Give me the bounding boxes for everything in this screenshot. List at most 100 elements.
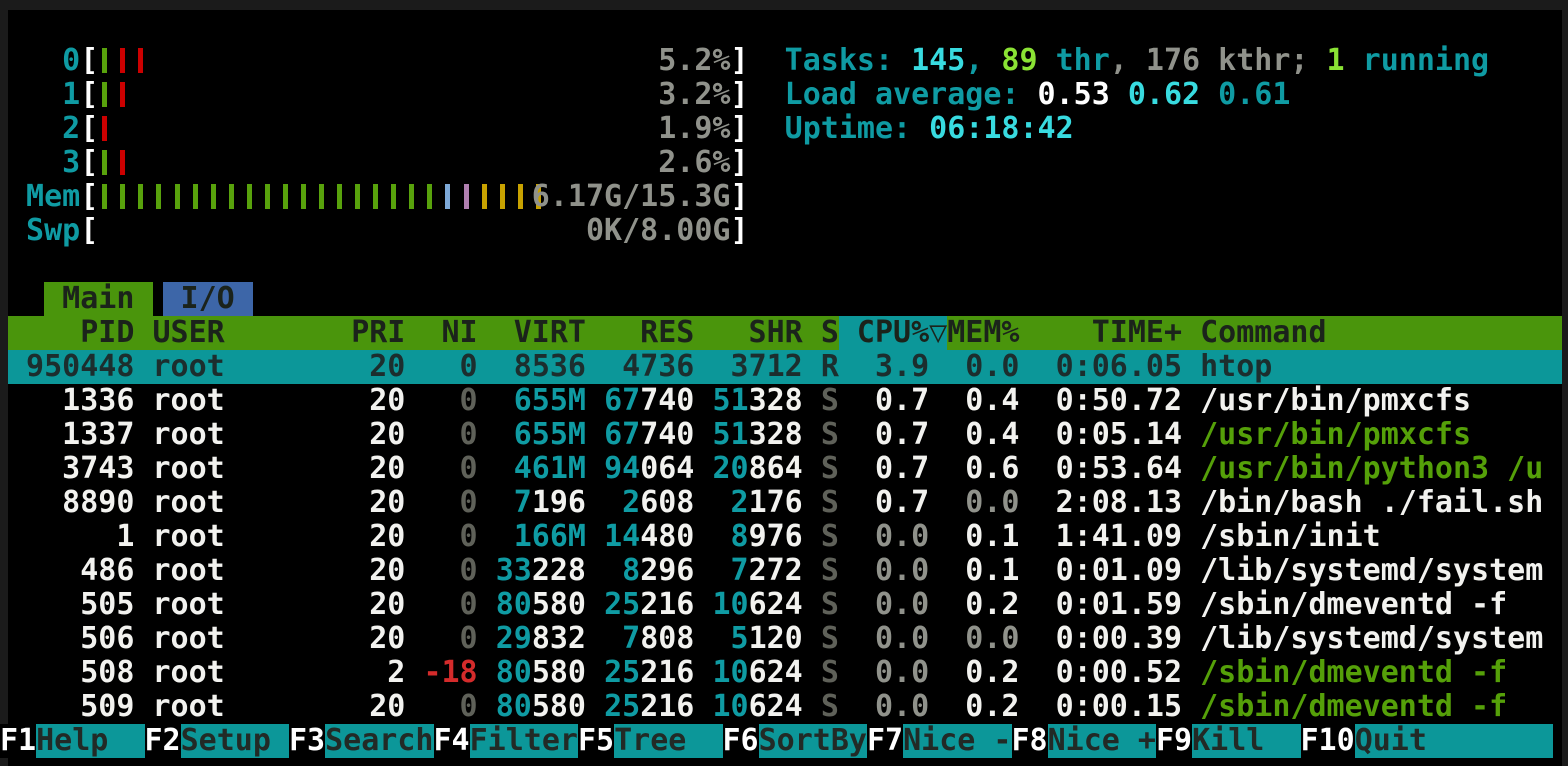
process-row[interactable]: 1337 root 20 0 655M 67740 51328 S 0.7 0.… bbox=[8, 418, 1562, 452]
column-header-mem[interactable]: MEM% bbox=[947, 316, 1019, 350]
cell-shr-digits: 272 bbox=[749, 554, 803, 588]
meter-open-bracket: [ bbox=[80, 78, 98, 112]
column-header-ni[interactable]: NI bbox=[423, 316, 477, 350]
cpu2-meter-bar: 1.9% bbox=[98, 112, 730, 146]
cell-res-digits: 4 bbox=[622, 350, 640, 384]
process-row[interactable]: 950448 root 20 0 8536 4736 3712 R 3.9 0.… bbox=[8, 350, 1562, 384]
process-row[interactable]: 486 root 20 0 33228 8296 7272 S 0.0 0.1 … bbox=[8, 554, 1562, 588]
tasks-summary-segment: 1 bbox=[1327, 44, 1345, 78]
cell-virt-digits: 461M bbox=[514, 452, 586, 486]
cell-time: 1:41.09 bbox=[1038, 520, 1183, 554]
gap bbox=[839, 656, 857, 690]
mem-meter-tick-green bbox=[247, 184, 252, 209]
cell-cpu-percent: 0.0 bbox=[857, 622, 929, 656]
fkey-f1-help[interactable]: F1Help bbox=[0, 724, 145, 758]
cpu1-meter-tick-green bbox=[102, 82, 107, 107]
mem-meter-row: Mem[6.17G/15.3G] bbox=[8, 180, 1562, 214]
process-row[interactable]: 508 root 2 -18 80580 25216 10624 S 0.0 0… bbox=[8, 656, 1562, 690]
fkey-f5-tree[interactable]: F5Tree bbox=[578, 724, 723, 758]
cell-time: 0:00.39 bbox=[1038, 622, 1183, 656]
cpu1-meter-value: 3.2% bbox=[658, 78, 730, 112]
cell-virt: 8536 bbox=[496, 350, 586, 384]
fkey-action-label: Kill bbox=[1192, 724, 1300, 758]
cell-cpu-percent: 0.7 bbox=[857, 384, 929, 418]
column-header-command[interactable]: Command bbox=[1200, 316, 1326, 350]
gap bbox=[929, 350, 947, 384]
gap bbox=[134, 486, 152, 520]
column-header-s[interactable]: S bbox=[821, 316, 839, 350]
mem-meter-tick-green bbox=[409, 184, 414, 209]
fkey-f8-nice[interactable]: F8Nice + bbox=[1012, 724, 1157, 758]
fkey-f7-nice[interactable]: F7Nice - bbox=[867, 724, 1012, 758]
column-header-user[interactable]: USER bbox=[153, 316, 334, 350]
cpu2-meter-tick-red bbox=[102, 116, 107, 141]
gap bbox=[1020, 588, 1038, 622]
cell-res: 94064 bbox=[604, 452, 694, 486]
cell-shr-digits: 10 bbox=[712, 690, 748, 724]
cpu3-meter-tick-green bbox=[102, 150, 107, 175]
gap bbox=[1020, 350, 1038, 384]
gap bbox=[586, 588, 604, 622]
gap bbox=[586, 418, 604, 452]
gap bbox=[929, 554, 947, 588]
cpu1-meter-row: 1[3.2%]Load average: 0.53 0.62 0.61 bbox=[8, 78, 1562, 112]
tab-io[interactable]: I/O bbox=[163, 282, 253, 316]
meter-close-bracket: ] bbox=[730, 214, 748, 248]
fkey-f10-quit[interactable]: F10Quit bbox=[1301, 724, 1554, 758]
column-header-cpu-sorted[interactable]: CPU%▽ bbox=[839, 316, 947, 350]
column-header-pid[interactable]: PID bbox=[8, 316, 134, 350]
meter-open-bracket: [ bbox=[80, 180, 98, 214]
gap bbox=[803, 622, 821, 656]
column-header-virt[interactable]: VIRT bbox=[496, 316, 586, 350]
column-header-pri[interactable]: PRI bbox=[351, 316, 405, 350]
column-header-shr[interactable]: SHR bbox=[712, 316, 802, 350]
gap bbox=[478, 622, 496, 656]
cell-shr-digits: 8 bbox=[731, 520, 749, 554]
cell-pri: 20 bbox=[351, 554, 405, 588]
fkey-f9-kill[interactable]: F9Kill bbox=[1156, 724, 1301, 758]
cell-res-digits: 736 bbox=[640, 350, 694, 384]
cell-virt-digits: 580 bbox=[532, 690, 586, 724]
gap bbox=[929, 418, 947, 452]
cell-ni: 0 bbox=[423, 452, 477, 486]
cell-virt: 80580 bbox=[496, 690, 586, 724]
column-header-time[interactable]: TIME+ bbox=[1038, 316, 1183, 350]
cpu3-meter-label: 3 bbox=[8, 146, 80, 180]
gap bbox=[134, 418, 152, 452]
cell-shr-digits: 3 bbox=[731, 350, 749, 384]
gap bbox=[803, 520, 821, 554]
column-header-res[interactable]: RES bbox=[604, 316, 694, 350]
cell-virt-digits: 80 bbox=[496, 588, 532, 622]
process-row[interactable]: 1 root 20 0 166M 14480 8976 S 0.0 0.1 1:… bbox=[8, 520, 1562, 554]
cpu2-meter-row: 2[1.9%]Uptime: 06:18:42 bbox=[8, 112, 1562, 146]
gap bbox=[405, 452, 423, 486]
cell-virt-digits: 228 bbox=[532, 554, 586, 588]
tab-main[interactable]: Main bbox=[44, 282, 152, 316]
process-row[interactable]: 8890 root 20 0 7196 2608 2176 S 0.7 0.0 … bbox=[8, 486, 1562, 520]
cpu2-meter-label: 2 bbox=[8, 112, 80, 146]
process-row[interactable]: 506 root 20 0 29832 7808 5120 S 0.0 0.0 … bbox=[8, 622, 1562, 656]
process-row[interactable]: 509 root 20 0 80580 25216 10624 S 0.0 0.… bbox=[8, 690, 1562, 724]
screen-tabs: Main I/O bbox=[8, 282, 1562, 316]
cpu3-meter-tick-red bbox=[120, 150, 125, 175]
fkey-f4-filter[interactable]: F4Filter bbox=[434, 724, 579, 758]
mem-meter-tick-yellow bbox=[518, 184, 523, 209]
mem-meter-tick-purple bbox=[464, 184, 469, 209]
fkey-f3-search[interactable]: F3Search bbox=[289, 724, 434, 758]
fkey-f2-setup[interactable]: F2Setup bbox=[145, 724, 290, 758]
fkey-f6-sortby[interactable]: F6SortBy bbox=[723, 724, 868, 758]
cell-res-digits: 740 bbox=[640, 384, 694, 418]
cell-shr-digits: 20 bbox=[712, 452, 748, 486]
cell-res-digits: 216 bbox=[640, 656, 694, 690]
cell-res-digits: 67 bbox=[604, 384, 640, 418]
process-row[interactable]: 1336 root 20 0 655M 67740 51328 S 0.7 0.… bbox=[8, 384, 1562, 418]
process-row[interactable]: 505 root 20 0 80580 25216 10624 S 0.0 0.… bbox=[8, 588, 1562, 622]
tasks-summary-segment: , bbox=[1110, 44, 1146, 78]
cell-pri: 20 bbox=[351, 418, 405, 452]
mem-meter-label: Mem bbox=[8, 180, 80, 214]
tab-spacer bbox=[8, 282, 44, 316]
cell-shr-digits: 864 bbox=[749, 452, 803, 486]
load-average: Load average: 0.53 0.62 0.61 bbox=[785, 78, 1291, 112]
process-row[interactable]: 3743 root 20 0 461M 94064 20864 S 0.7 0.… bbox=[8, 452, 1562, 486]
gap bbox=[405, 656, 423, 690]
